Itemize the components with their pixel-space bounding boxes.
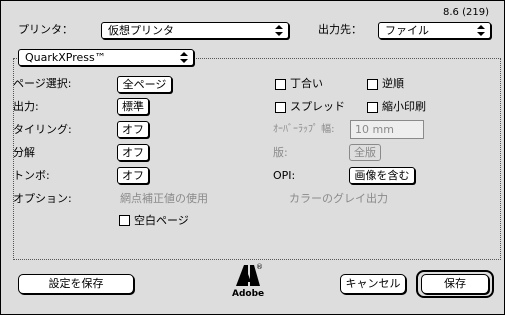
- overlap-field[interactable]: 10 mm: [350, 120, 424, 139]
- updown-arrow-icon: [272, 24, 286, 37]
- printer-label: プリンタ：: [18, 23, 73, 36]
- collate-checkbox[interactable]: [275, 79, 286, 90]
- blank-pages-label: 空白ページ: [134, 214, 189, 227]
- calibrated-output-label: 網点補正値の使用: [120, 192, 208, 205]
- separation-label: 分解: [13, 146, 35, 159]
- trademark-mark: ®: [256, 263, 263, 271]
- spreads-checkbox[interactable]: [275, 102, 286, 113]
- blank-pages-checkbox[interactable]: [119, 215, 130, 226]
- grey-output-label: カラーのグレイ出力: [289, 192, 388, 205]
- opi-label: OPI:: [273, 169, 296, 182]
- opi-popup[interactable]: 画像を含む: [349, 167, 415, 184]
- overlap-label: ｵｰﾊﾞｰﾗｯﾌﾟ 幅:: [273, 124, 335, 135]
- print-dialog: 8.6 (219) プリンタ： 仮想プリンタ 出力先： ファイル QuarkXP…: [0, 0, 505, 315]
- printer-popup[interactable]: 仮想プリンタ: [101, 22, 289, 39]
- tiling-label: タイリング:: [13, 123, 72, 136]
- save-settings-button[interactable]: 設定を保存: [18, 274, 134, 294]
- reverse-label: 逆順: [382, 77, 404, 90]
- output-dest-popup[interactable]: ファイル: [378, 22, 491, 39]
- collate-label: 丁合い: [290, 77, 323, 90]
- printer-value: 仮想プリンタ: [108, 24, 174, 37]
- save-button[interactable]: 保存: [421, 274, 489, 294]
- output-dest-label: 出力先：: [318, 23, 362, 36]
- output-popup[interactable]: 標準: [117, 98, 149, 115]
- updown-arrow-icon: [177, 51, 191, 64]
- page-select-label: ページ選択:: [13, 77, 72, 90]
- settings-group: [13, 58, 501, 260]
- trim-label: トンボ:: [13, 169, 50, 182]
- thumbnails-label: 縮小印刷: [382, 100, 426, 113]
- output-label: 出力:: [13, 100, 39, 113]
- cancel-button[interactable]: キャンセル: [340, 274, 406, 294]
- plate-label: 版:: [273, 146, 288, 159]
- output-dest-value: ファイル: [385, 24, 429, 37]
- options-label: オプション:: [13, 192, 72, 205]
- spreads-label: スプレッド: [290, 100, 345, 113]
- panel-popup[interactable]: QuarkXPress™: [18, 49, 194, 66]
- page-select-popup[interactable]: 全ページ: [117, 76, 172, 93]
- panel-popup-value: QuarkXPress™: [25, 51, 106, 64]
- plate-popup[interactable]: 全版: [349, 144, 381, 161]
- thumbnails-checkbox[interactable]: [367, 102, 378, 113]
- reverse-checkbox[interactable]: [367, 79, 378, 90]
- tiling-popup[interactable]: オフ: [117, 121, 149, 138]
- separation-popup[interactable]: オフ: [117, 144, 149, 161]
- version-label: 8.6 (219): [443, 7, 489, 18]
- adobe-label: Adobe: [232, 289, 265, 299]
- trim-popup[interactable]: オフ: [117, 167, 149, 184]
- updown-arrow-icon: [474, 24, 488, 37]
